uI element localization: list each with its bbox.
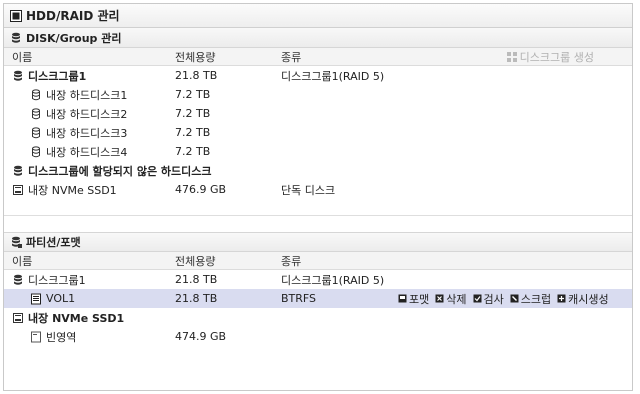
disk-group-section-header: DISK/Group 관리 [4, 28, 632, 48]
row-capacity: 476.9 GB [175, 183, 227, 196]
check-icon [473, 294, 482, 303]
row-type: BTRFS [281, 292, 317, 305]
disk-stack-icon [10, 32, 22, 44]
partition-heading: 파티션/포맷 [26, 236, 81, 249]
hard-disk-icon [30, 88, 42, 101]
row-name: 내장 하드디스크3 [46, 126, 128, 140]
table-row[interactable]: 디스크그룹1 21.8 TB 디스크그룹1(RAID 5) [4, 66, 632, 85]
row-type: 단독 디스크 [281, 183, 336, 197]
row-capacity: 7.2 TB [175, 145, 211, 158]
disk-table-empty-space [4, 199, 632, 216]
table-row[interactable]: 내장 NVMe SSD1 [4, 308, 632, 327]
row-name: 내장 하드디스크2 [46, 107, 128, 121]
row-type: 디스크그룹1(RAID 5) [281, 273, 385, 287]
disk-group-icon [12, 165, 24, 177]
check-button[interactable]: 검사 [473, 291, 504, 307]
row-name: VOL1 [46, 292, 76, 305]
create-cache-button[interactable]: 캐시생성 [557, 291, 609, 307]
table-row[interactable]: 빈영역 474.9 GB [4, 327, 632, 346]
row-capacity: 474.9 GB [175, 330, 227, 343]
disk-group-icon [12, 274, 24, 286]
ssd-icon [12, 312, 24, 324]
column-type: 종류 [281, 254, 302, 268]
hard-disk-icon [30, 107, 42, 120]
row-capacity: 21.8 TB [175, 292, 218, 305]
panel-title-bar: HDD/RAID 관리 [4, 4, 632, 28]
page-title: HDD/RAID 관리 [26, 9, 120, 23]
row-capacity: 7.2 TB [175, 107, 211, 120]
hard-disk-icon [30, 145, 42, 158]
column-capacity: 전체용량 [175, 254, 216, 268]
row-name: 디스크그룹1 [28, 273, 86, 287]
row-name: 디스크그룹1 [28, 69, 87, 83]
column-name: 이름 [12, 254, 33, 268]
format-icon [398, 294, 407, 303]
ssd-icon [12, 184, 24, 196]
volume-actions: 포맷 삭제 검사 스크럽 캐시생성 [398, 291, 609, 307]
scrub-icon [510, 294, 519, 303]
hdd-raid-panel: HDD/RAID 관리 DISK/Group 관리 이름 전체용량 종류 디스크… [3, 3, 633, 391]
table-row[interactable]: 내장 하드디스크1 7.2 TB [4, 85, 632, 104]
format-button[interactable]: 포맷 [398, 291, 429, 307]
partition-table-header: 이름 전체용량 종류 [4, 252, 632, 270]
column-name: 이름 [12, 50, 33, 64]
row-capacity: 7.2 TB [175, 126, 211, 139]
table-row[interactable]: 내장 NVMe SSD1 476.9 GB 단독 디스크 [4, 180, 632, 199]
hard-disk-icon [30, 126, 42, 139]
row-name: 내장 NVMe SSD1 [28, 183, 117, 197]
row-type: 디스크그룹1(RAID 5) [281, 69, 385, 83]
add-icon [557, 294, 566, 303]
row-capacity: 21.8 TB [175, 273, 218, 286]
empty-space-icon [30, 331, 42, 343]
row-name: 내장 하드디스크4 [46, 145, 128, 159]
table-row[interactable]: 디스크그룹에 할당되지 않은 하드디스크 [4, 161, 632, 180]
row-name: 디스크그룹에 할당되지 않은 하드디스크 [28, 164, 212, 178]
disk-table-header: 이름 전체용량 종류 디스크그룹 생성 [4, 48, 632, 66]
row-name: 내장 NVMe SSD1 [28, 311, 125, 325]
row-name: 빈영역 [46, 330, 77, 344]
partition-section-header: 파티션/포맷 [4, 232, 632, 252]
disk-group-heading: DISK/Group 관리 [26, 31, 122, 45]
table-row-selected[interactable]: VOL1 21.8 TB BTRFS 포맷 삭제 검사 스크럽 캐시생성 [4, 289, 632, 308]
disk-group-add-icon [506, 51, 518, 63]
row-capacity: 21.8 TB [175, 69, 218, 82]
disk-group-icon [12, 70, 24, 82]
create-disk-group-button[interactable]: 디스크그룹 생성 [506, 49, 594, 65]
table-row[interactable]: 디스크그룹1 21.8 TB 디스크그룹1(RAID 5) [4, 270, 632, 289]
table-row[interactable]: 내장 하드디스크4 7.2 TB [4, 142, 632, 161]
column-capacity: 전체용량 [175, 50, 216, 64]
hdd-icon [10, 9, 22, 22]
volume-icon [30, 293, 42, 305]
scrub-button[interactable]: 스크럽 [510, 291, 551, 307]
delete-button[interactable]: 삭제 [435, 291, 467, 307]
delete-icon [435, 294, 444, 303]
column-type: 종류 [281, 50, 302, 64]
table-row[interactable]: 내장 하드디스크2 7.2 TB [4, 104, 632, 123]
row-name: 내장 하드디스크1 [46, 88, 128, 102]
table-row[interactable]: 내장 하드디스크3 7.2 TB [4, 123, 632, 142]
partition-icon [10, 236, 22, 248]
row-capacity: 7.2 TB [175, 88, 211, 101]
create-disk-group-label: 디스크그룹 생성 [519, 50, 594, 64]
